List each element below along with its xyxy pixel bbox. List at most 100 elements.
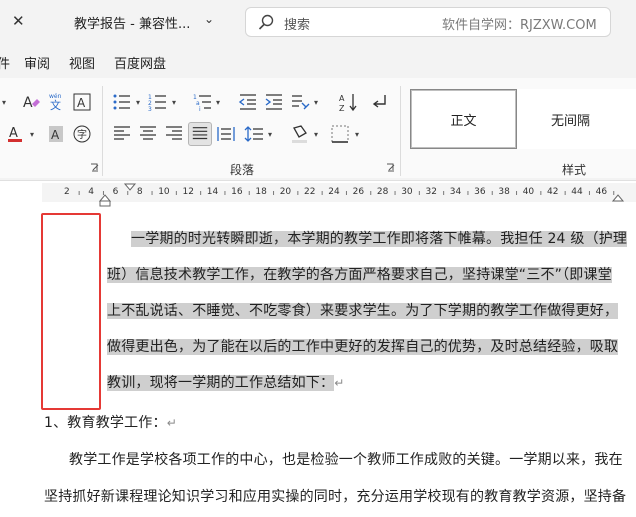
justify-icon: [192, 127, 208, 140]
search-icon: [258, 14, 274, 30]
text-line[interactable]: 教学工作是学校各项工作的中心，也是检验一个教师工作成败的关键。一学期以来，我在: [69, 449, 623, 469]
svg-text:字: 字: [77, 128, 87, 141]
shading-icon[interactable]: [290, 124, 310, 144]
chevron-down-icon[interactable]: ▾: [172, 98, 176, 107]
svg-text:3: 3: [148, 106, 152, 112]
show-paragraph-marks-icon[interactable]: [369, 92, 389, 112]
paragraph-mark: ↵: [166, 416, 177, 430]
close-tab-icon[interactable]: ✕: [12, 12, 28, 32]
chinese-layout-icon[interactable]: [290, 92, 310, 112]
bullets-icon[interactable]: [112, 92, 132, 112]
chevron-down-icon[interactable]: ▾: [314, 98, 318, 107]
chevron-down-icon[interactable]: ▾: [355, 130, 359, 139]
styles-group-label: 样式: [562, 163, 587, 177]
selected-text: 班）信息技术教学工作，在教学的各方面严格要求自己，坚持课堂“三不”（即课堂: [107, 267, 612, 283]
chevron-down-icon[interactable]: ▾: [30, 130, 34, 139]
text-line[interactable]: 一学期的时光转瞬即逝，本学期的教学工作即将落下帷幕。我担任 24 级（护理: [131, 228, 628, 248]
svg-text:A: A: [77, 96, 86, 110]
style-no-spacing[interactable]: 无间隔: [517, 89, 636, 149]
chevron-down-icon[interactable]: ▾: [268, 130, 272, 139]
chevron-down-icon[interactable]: ⌄: [204, 12, 214, 26]
ruler-number: 16: [231, 187, 243, 197]
character-shading-icon[interactable]: A: [46, 124, 66, 144]
ruler-number: 34: [449, 187, 462, 197]
character-border-icon[interactable]: A: [72, 92, 92, 112]
decrease-indent-icon[interactable]: [238, 92, 258, 112]
align-right-icon[interactable]: [164, 124, 184, 144]
svg-text:i: i: [199, 106, 201, 112]
style-normal-label: 正文: [450, 114, 477, 129]
svg-text:文: 文: [50, 98, 61, 111]
selected-text: 做得更出色，为了能在以后的工作中更好的发挥自己的优势，及时总结经验，吸取: [107, 339, 619, 355]
menu-item-review[interactable]: 审阅: [24, 53, 50, 72]
ruler-number: 40: [522, 187, 535, 197]
text-line[interactable]: 教训，现将一学期的工作总结如下：↵: [107, 372, 344, 392]
ruler-number: 32: [425, 187, 437, 197]
ruler-ticks: [78, 183, 625, 207]
svg-text:A: A: [339, 94, 345, 103]
font-color-icon[interactable]: A: [6, 124, 26, 144]
paragraph-dialog-launcher-icon[interactable]: [386, 163, 396, 173]
numbering-icon[interactable]: 123: [148, 92, 168, 112]
line-spacing-icon[interactable]: [244, 124, 264, 144]
ruler-number: 28: [376, 187, 389, 197]
increase-indent-icon[interactable]: [264, 92, 284, 112]
phonetic-guide-icon[interactable]: wén 文: [46, 91, 66, 111]
ribbon: ▾ A wén 文 A A ▾ A 字 ▾ 123 ▾ 1ai ▾ ▾ AZ ▾…: [0, 78, 636, 181]
menu-item-file[interactable]: 件: [0, 53, 10, 72]
distributed-align-icon[interactable]: [216, 124, 236, 144]
ruler-number: 46: [595, 187, 608, 197]
highlight-box: [41, 213, 101, 410]
paragraph-mark: ↵: [334, 376, 345, 390]
search-box[interactable]: 搜索 软件自学网：RJZXW.COM: [245, 7, 611, 37]
multilevel-list-icon[interactable]: 1ai: [193, 92, 213, 112]
ruler-number: 22: [304, 187, 316, 197]
align-left-icon[interactable]: [112, 124, 132, 144]
body-text: 坚持抓好新课程理论知识学习和应用实操的同时，充分运用学校现有的教育教学资源，坚持…: [44, 489, 627, 505]
selected-text: 上不乱说话、不睡觉、不吃零食）来要求学生。为了下学期的教学工作做得更好，: [107, 303, 619, 319]
separator: [102, 86, 103, 176]
search-input[interactable]: 搜索: [284, 14, 310, 33]
sort-icon[interactable]: AZ: [338, 92, 358, 112]
document-title[interactable]: 教学报告 - 兼容性...: [74, 13, 190, 32]
ruler-number: 20: [279, 187, 292, 197]
ruler-number: 38: [498, 187, 510, 197]
svg-text:A: A: [51, 128, 60, 142]
align-center-icon[interactable]: [138, 124, 158, 144]
ruler-number: 2: [64, 187, 70, 197]
ruler-number: 6: [112, 187, 119, 197]
ruler-number: 10: [158, 187, 170, 197]
menu-item-view[interactable]: 视图: [69, 53, 95, 72]
enclose-characters-icon[interactable]: 字: [72, 124, 92, 144]
selected-text: 一学期的时光转瞬即逝，本学期的教学工作即将落下帷幕。我担任 24 级（护理: [131, 231, 628, 247]
ruler-number: 24: [328, 187, 340, 197]
style-normal[interactable]: 正文: [410, 89, 517, 149]
clear-formatting-icon[interactable]: A: [21, 92, 41, 112]
menu-item-baidu-netdisk[interactable]: 百度网盘: [114, 53, 166, 72]
ruler-number: 44: [571, 187, 583, 197]
chevron-down-icon[interactable]: ▾: [2, 98, 6, 107]
font-dialog-launcher-icon[interactable]: [90, 163, 100, 173]
chevron-down-icon[interactable]: ▾: [314, 130, 318, 139]
title-bar: ✕ 教学报告 - 兼容性... ⌄ 搜索 软件自学网：RJZXW.COM: [0, 0, 636, 44]
text-line[interactable]: 做得更出色，为了能在以后的工作中更好的发挥自己的优势，及时总结经验，吸取: [107, 336, 619, 356]
ruler-number: 42: [547, 187, 559, 197]
ruler-number: 26: [352, 187, 365, 197]
ruler-number: 18: [255, 187, 267, 197]
watermark-text: 软件自学网：RJZXW.COM: [442, 18, 597, 33]
chevron-down-icon[interactable]: ▾: [136, 98, 140, 107]
justify-button[interactable]: [188, 122, 212, 146]
ruler-number: 12: [182, 187, 194, 197]
borders-icon[interactable]: [330, 124, 350, 144]
svg-text:A: A: [9, 126, 18, 141]
svg-text:A: A: [23, 95, 33, 111]
text-line[interactable]: 坚持抓好新课程理论知识学习和应用实操的同时，充分运用学校现有的教育教学资源，坚持…: [44, 486, 626, 506]
horizontal-ruler[interactable]: 2 4 6 8 10 12 14 16 18 20 22 24 26 28 30 32 34 36 38 40 42 44…: [0, 181, 636, 207]
text-line[interactable]: 班）信息技术教学工作，在教学的各方面严格要求自己，坚持课堂“三不”（即课堂: [107, 264, 612, 284]
heading-line[interactable]: 1、教育教学工作：↵: [44, 412, 177, 432]
body-text: 教学工作是学校各项工作的中心，也是检验一个教师工作成败的关键。一学期以来，我在: [69, 452, 623, 468]
menu-bar: 件 审阅 视图 百度网盘: [0, 44, 636, 78]
chevron-down-icon[interactable]: ▾: [216, 98, 220, 107]
text-line[interactable]: 上不乱说话、不睡觉、不吃零食）来要求学生。为了下学期的教学工作做得更好，: [107, 300, 619, 320]
ruler-number: 8: [136, 187, 143, 197]
